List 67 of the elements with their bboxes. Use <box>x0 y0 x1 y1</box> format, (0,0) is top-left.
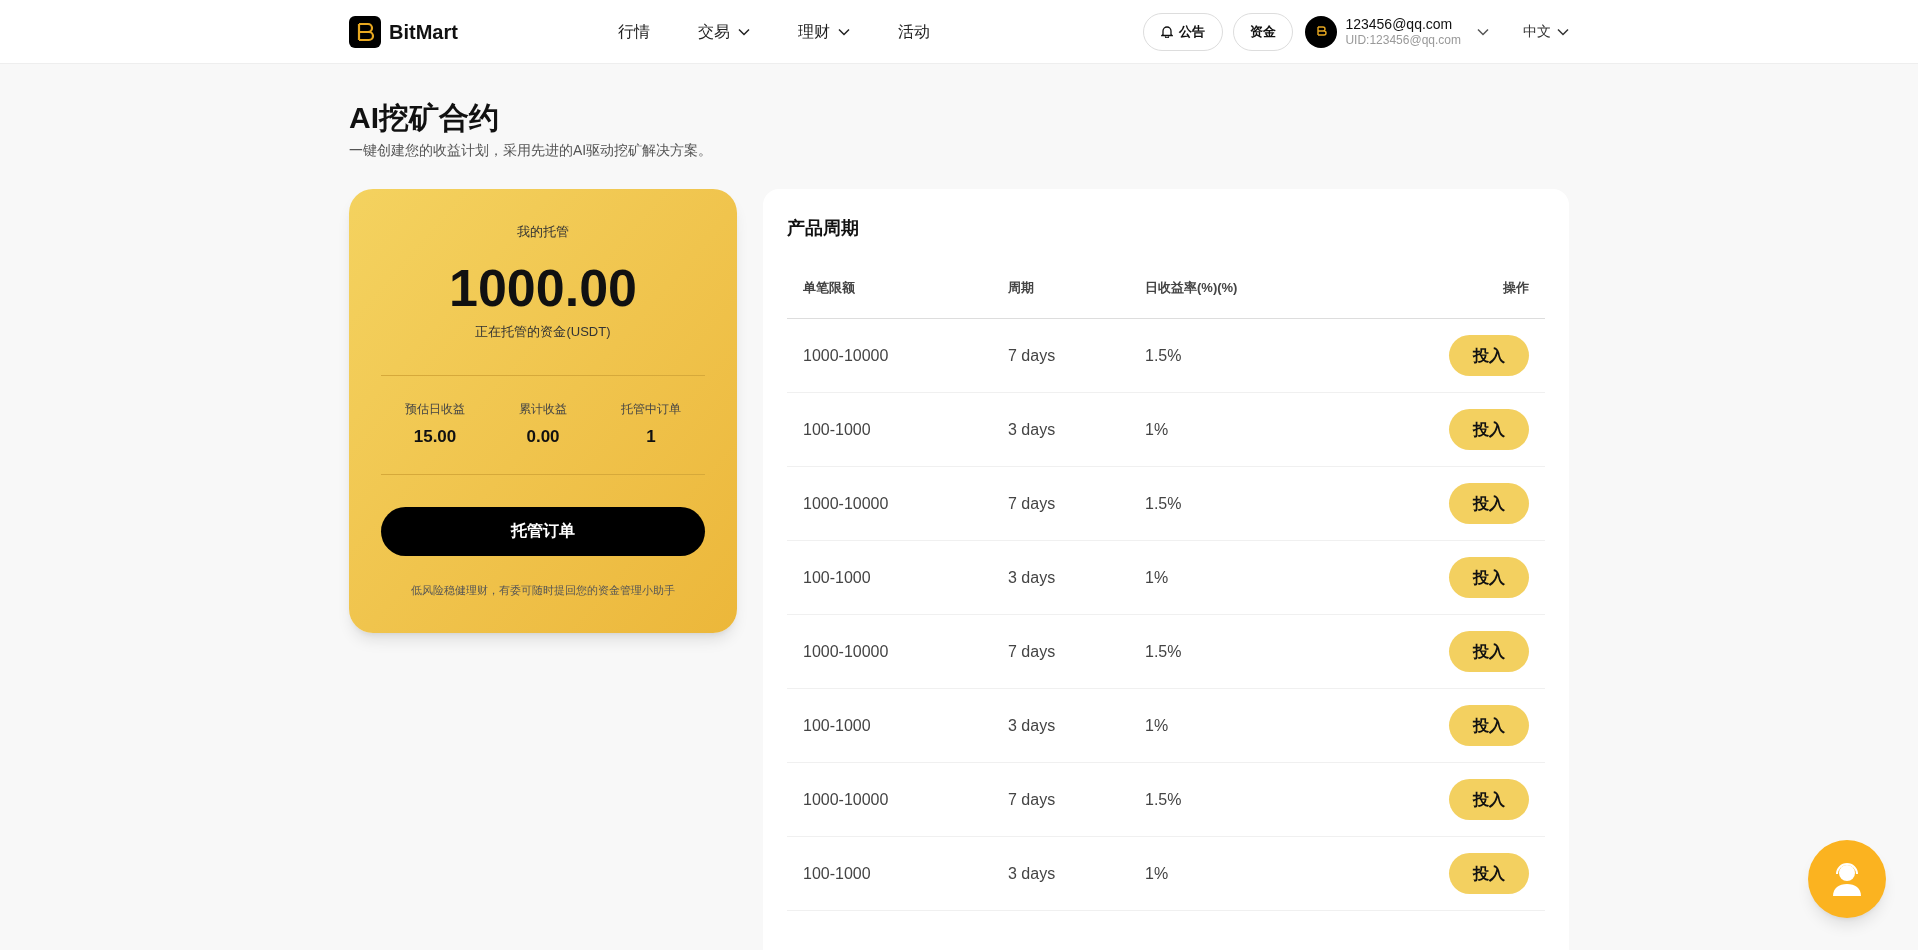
page-subtitle: 一键创建您的收益计划，采用先进的AI驱动挖矿解决方案。 <box>349 141 714 160</box>
invest-button[interactable]: 投入 <box>1449 631 1529 672</box>
user-uid: UID:123456@qq.com <box>1345 32 1461 48</box>
table-cell-text: 7 days <box>1008 789 1057 810</box>
table-cell-text: 7 days <box>1008 493 1057 514</box>
table-cell-text: 1000-10000 <box>803 641 890 662</box>
table-cell-text: 3 days <box>1008 863 1057 884</box>
table-cell-text: 1000-10000 <box>803 345 890 366</box>
nav-link[interactable]: 理财 <box>794 19 854 44</box>
table-cell-text: 1000-10000 <box>803 789 890 810</box>
nav-link[interactable]: 交易 <box>694 19 754 44</box>
invest-button[interactable]: 投入 <box>1449 705 1529 746</box>
invest-button[interactable]: 投入 <box>1449 409 1529 450</box>
stat-label: 预估日收益 <box>405 401 465 418</box>
column-header: 周期 <box>1008 279 1035 298</box>
column-header: 日收益率(%)(%) <box>1145 279 1239 298</box>
stat-value: 0.00 <box>526 426 560 448</box>
table-cell-text: 7 days <box>1008 345 1057 366</box>
page-title: AI挖矿合约 <box>349 100 500 136</box>
language-selector[interactable]: 中文 <box>1523 21 1569 42</box>
stat-label: 托管中订单 <box>621 401 681 418</box>
logo-icon <box>349 15 381 48</box>
invest-button[interactable]: 投入 <box>1449 335 1529 376</box>
table-cell-text: 3 days <box>1008 715 1057 736</box>
card-footnote: 低风险稳健理财，有委可随时提回您的资金管理小助手 <box>411 582 675 598</box>
section-title: 产品周期 <box>787 217 860 240</box>
custody-orders-button[interactable]: 托管订单 <box>381 506 705 556</box>
custody-amount: 1000.00 <box>449 257 637 318</box>
stat-value: 1 <box>646 426 656 448</box>
chevron-down-icon <box>738 27 750 36</box>
column-header: 单笔限额 <box>803 279 856 298</box>
table-cell-text: 1.5% <box>1145 789 1183 810</box>
table-cell-text: 1.5% <box>1145 345 1183 366</box>
table-cell-text: 3 days <box>1008 567 1057 588</box>
announcement-button[interactable]: 公告 <box>1143 12 1224 51</box>
table-cell-text: 7 days <box>1008 641 1057 662</box>
chevron-down-icon <box>838 27 850 36</box>
table-cell-text: 1000-10000 <box>803 493 890 514</box>
card-title: 我的托管 <box>517 223 569 241</box>
table-cell-text: 1.5% <box>1145 641 1183 662</box>
chevron-down-icon <box>1557 27 1569 36</box>
chevron-down-icon <box>1477 27 1489 36</box>
invest-button[interactable]: 投入 <box>1449 853 1529 894</box>
invest-button[interactable]: 投入 <box>1449 557 1529 598</box>
table-cell-text: 1% <box>1145 715 1170 736</box>
stat-label: 累计收益 <box>519 401 567 418</box>
funds-button[interactable]: 资金 <box>1233 12 1294 51</box>
amount-label: 正在托管的资金(USDT) <box>475 322 611 341</box>
table-cell-text: 100-1000 <box>803 567 872 588</box>
nav-link[interactable]: 活动 <box>894 19 934 44</box>
nav-link[interactable]: 行情 <box>614 19 654 44</box>
table-cell-text: 100-1000 <box>803 715 872 736</box>
brand-name: BitMart <box>389 19 458 45</box>
table-cell-text: 1.5% <box>1145 493 1183 514</box>
table-cell-text: 1% <box>1145 863 1170 884</box>
stat-value: 15.00 <box>413 426 457 448</box>
invest-button[interactable]: 投入 <box>1449 779 1529 820</box>
invest-button[interactable]: 投入 <box>1449 483 1529 524</box>
bell-icon <box>1161 25 1174 38</box>
table-cell-text: 100-1000 <box>803 419 872 440</box>
table-cell-text: 1% <box>1145 419 1170 440</box>
user-email: 123456@qq.com <box>1345 15 1454 32</box>
table-cell-text: 100-1000 <box>803 863 872 884</box>
avatar-icon[interactable] <box>1305 15 1338 48</box>
column-header: 操作 <box>1503 279 1529 298</box>
table-cell-text: 1% <box>1145 567 1170 588</box>
table-cell-text: 3 days <box>1008 419 1057 440</box>
